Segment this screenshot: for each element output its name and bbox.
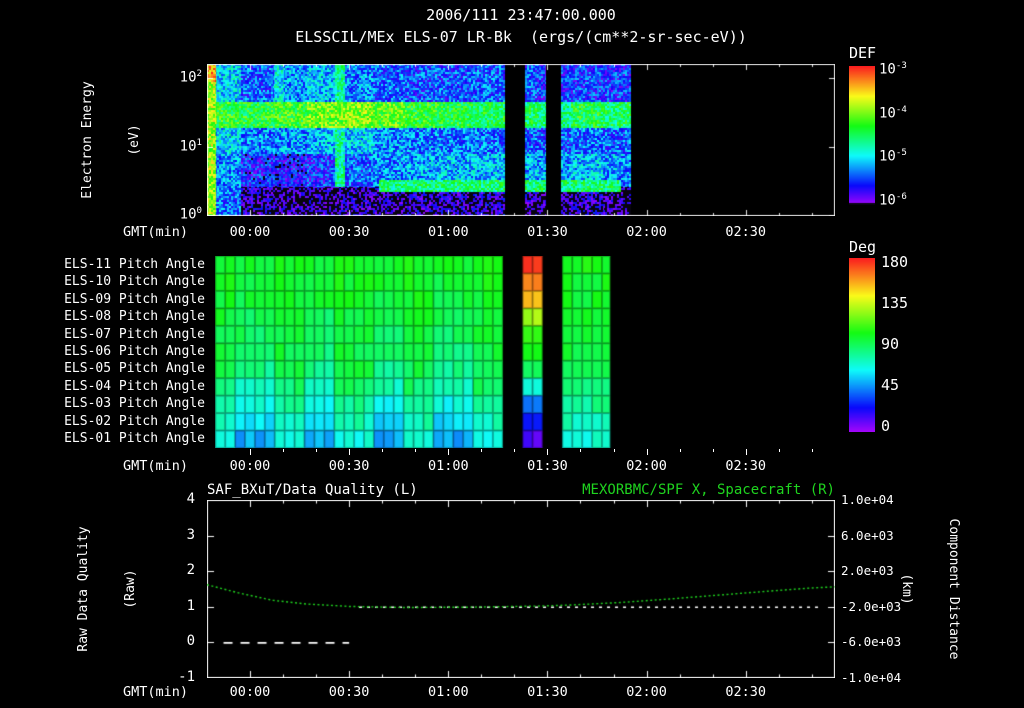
quality-tick-label: 0 (186, 633, 195, 650)
x-tick-label: 02:00 (626, 684, 667, 700)
raw-data-quality-axis-label-line2: (Raw) (122, 569, 138, 609)
x-tick-mark (249, 449, 251, 455)
x-tick-label: 00:30 (328, 458, 370, 474)
timestamp-title: 2006/111 23:47:00.000 (426, 6, 616, 24)
deg-colorbar-tick-label: 180 (881, 253, 909, 272)
deg-colorbar-tick-label: 45 (881, 375, 900, 394)
deg-colorbar-tick-label: 135 (881, 294, 909, 313)
component-distance-axis-label-line1: Component Distance (945, 518, 961, 660)
gmt-axis-label: GMT(min) (122, 224, 188, 240)
x-tick-label: 02:30 (725, 224, 767, 240)
x-tick-mark (811, 449, 813, 452)
quality-tick-label: 3 (186, 526, 195, 543)
pitch-row-label: ELS-04 Pitch Angle (64, 378, 205, 394)
electron-energy-spectrogram (207, 64, 835, 216)
def-colorbar-tick-label: 10-6 (879, 191, 907, 209)
distance-tick-label: -1.0e+04 (841, 670, 902, 685)
x-tick-label: 01:00 (427, 458, 469, 474)
deg-colorbar-tick-label: 0 (881, 416, 891, 435)
raw-data-quality-axis-label: Raw Data Quality (Raw) (45, 489, 138, 689)
x-tick-mark (778, 449, 780, 452)
x-tick-mark (712, 449, 714, 452)
x-tick-label: 00:30 (328, 224, 370, 240)
data-quality-series-title: SAF_BXuT/Data Quality (L) (207, 482, 418, 498)
electron-energy-axis-label-line2: (eV) (126, 124, 142, 156)
component-distance-axis-label: Component Distance (km) (899, 479, 992, 699)
raw-data-quality-axis-label-line1: Raw Data Quality (76, 526, 92, 652)
deg-colorbar-tick-label: 90 (881, 335, 900, 353)
plot-title: ELSSCIL/MEx ELS-07 LR-Bk (ergs/(cm**2-sr… (295, 28, 747, 46)
pitch-row-label: ELS-10 Pitch Angle (64, 274, 205, 290)
x-tick-label: 00:00 (229, 684, 271, 700)
x-tick-mark (349, 449, 351, 455)
x-tick-mark (547, 449, 549, 455)
x-tick-label: 01:00 (427, 224, 469, 240)
x-tick-label: 02:00 (626, 224, 667, 240)
pitch-angle-heatmap (215, 256, 835, 448)
pitch-row-label: ELS-11 Pitch Angle (64, 256, 205, 272)
pitch-row-label: ELS-02 Pitch Angle (64, 413, 205, 429)
pitch-row-label: ELS-07 Pitch Angle (64, 326, 205, 342)
def-colorbar-tick-label: 10-4 (879, 104, 907, 122)
energy-tick-label: 101 (179, 137, 202, 155)
quality-tick-label: 4 (186, 491, 195, 507)
pitch-row-label: ELS-05 Pitch Angle (64, 361, 205, 377)
x-tick-label: 00:00 (229, 224, 271, 240)
component-distance-axis-label-line2: (km) (899, 573, 915, 605)
x-tick-label: 00:00 (229, 458, 271, 474)
x-tick-mark (316, 449, 318, 452)
quality-tick-label: 1 (186, 597, 195, 614)
x-tick-mark (481, 449, 483, 452)
plot-window: 2006/111 23:47:00.000 ELSSCIL/MEx ELS-07… (0, 0, 1024, 708)
x-tick-label: 01:00 (427, 684, 469, 700)
quality-tick-label: -1 (178, 669, 195, 685)
x-tick-mark (580, 449, 582, 452)
pitch-row-label: ELS-03 Pitch Angle (64, 396, 205, 412)
pitch-row-label: ELS-01 Pitch Angle (64, 431, 205, 447)
x-tick-mark (613, 449, 615, 452)
energy-tick-label: 102 (179, 69, 202, 86)
x-tick-label: 02:00 (626, 458, 667, 474)
gmt-axis-label: GMT(min) (122, 684, 188, 700)
def-colorbar-tick-label: 10-5 (879, 148, 907, 165)
x-tick-label: 02:30 (725, 684, 767, 700)
x-tick-mark (448, 449, 450, 455)
deg-colorbar-title: Deg (849, 238, 877, 256)
def-colorbar-tick-label: 10-3 (879, 61, 907, 78)
x-tick-label: 01:30 (527, 458, 568, 474)
x-tick-mark (679, 449, 681, 452)
energy-tick-label: 100 (179, 206, 202, 223)
deg-colorbar (849, 258, 875, 432)
electron-energy-axis-label: Electron Energy (eV) (49, 50, 142, 230)
distance-tick-label: -2.0e+03 (841, 598, 902, 614)
distance-tick-label: 2.0e+03 (841, 563, 894, 579)
x-tick-label: 01:30 (527, 684, 568, 700)
pitch-row-label: ELS-08 Pitch Angle (64, 309, 205, 325)
pitch-row-label: ELS-09 Pitch Angle (64, 291, 205, 307)
def-colorbar-title: DEF (849, 44, 877, 62)
spacecraft-series-title: MEXORBMC/SPF X, Spacecraft (R) (582, 482, 835, 498)
gmt-axis-label: GMT(min) (122, 458, 188, 474)
x-tick-mark (745, 449, 747, 455)
def-colorbar (849, 66, 875, 205)
distance-tick-label: 1.0e+04 (841, 492, 894, 507)
distance-tick-label: 6.0e+03 (841, 527, 894, 543)
x-tick-label: 02:30 (725, 458, 767, 474)
x-tick-mark (514, 449, 516, 452)
x-tick-label: 00:30 (328, 684, 370, 700)
quality-distance-plot (207, 500, 835, 678)
distance-tick-label: -6.0e+03 (841, 634, 902, 650)
x-tick-mark (283, 449, 285, 452)
x-tick-mark (646, 449, 648, 455)
x-tick-label: 01:30 (527, 224, 568, 240)
x-tick-mark (415, 449, 417, 452)
x-tick-mark (382, 449, 384, 452)
quality-tick-label: 2 (186, 562, 195, 579)
electron-energy-axis-label-line1: Electron Energy (80, 81, 96, 199)
pitch-row-label: ELS-06 Pitch Angle (64, 344, 205, 359)
